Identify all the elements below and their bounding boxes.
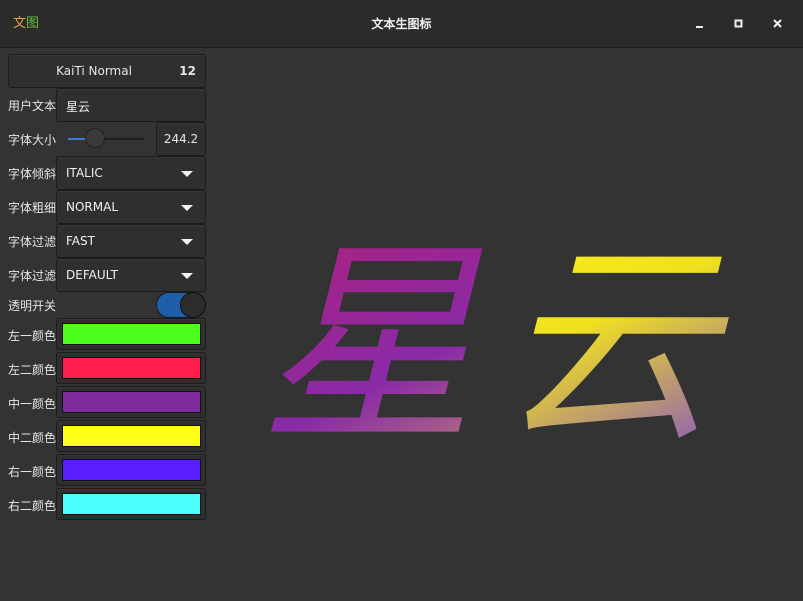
- font-posture-label: 字体倾斜: [8, 167, 57, 181]
- transparent-toggle[interactable]: [156, 292, 206, 318]
- window-title: 文本生图标: [371, 17, 432, 31]
- preview-char-1: 星: [260, 230, 500, 450]
- color-swatch: [62, 323, 201, 345]
- color-swatch: [62, 391, 201, 413]
- user-text-input[interactable]: 星云: [56, 88, 206, 122]
- color-picker-left-2[interactable]: [56, 352, 206, 384]
- title-bar[interactable]: 文图 文本生图标: [0, 0, 803, 48]
- color-picker-right-1[interactable]: [56, 454, 206, 486]
- color-picker-right-2[interactable]: [56, 488, 206, 520]
- icon-preview: 星云: [260, 230, 740, 450]
- font-size-badge: 12: [179, 64, 196, 78]
- color-label-mid-2: 中二颜色: [8, 431, 57, 445]
- minimize-icon: [696, 26, 703, 28]
- font-filter-label-1: 字体过滤: [8, 235, 57, 249]
- maximize-icon: [734, 19, 743, 28]
- color-label-left-1: 左一颜色: [8, 329, 57, 343]
- font-posture-value: ITALIC: [66, 166, 103, 180]
- color-picker-mid-2[interactable]: [56, 420, 206, 452]
- font-select-button[interactable]: KaiTi Normal 12: [8, 54, 206, 88]
- font-filter-dropdown-2[interactable]: DEFAULT: [56, 258, 206, 292]
- font-weight-dropdown[interactable]: NORMAL: [56, 190, 206, 224]
- chevron-down-icon: [181, 171, 193, 177]
- font-size-label: 字体大小: [8, 133, 57, 147]
- close-icon: [773, 19, 782, 28]
- preview-text: 星云: [260, 230, 740, 450]
- font-filter-dropdown-1[interactable]: FAST: [56, 224, 206, 258]
- color-swatch: [62, 357, 201, 379]
- toggle-knob: [180, 292, 206, 318]
- color-label-left-2: 左二颜色: [8, 363, 57, 377]
- chevron-down-icon: [181, 205, 193, 211]
- font-size-value: 244.2: [163, 132, 199, 146]
- color-label-right-2: 右二颜色: [8, 499, 57, 513]
- transparent-label: 透明开关: [8, 299, 57, 313]
- user-text-label: 用户文本: [8, 99, 57, 113]
- font-filter-value-2: DEFAULT: [66, 268, 118, 282]
- maximize-button[interactable]: [727, 12, 751, 36]
- color-label-right-1: 右一颜色: [8, 465, 57, 479]
- font-size-slider-handle[interactable]: [85, 128, 105, 148]
- color-picker-mid-1[interactable]: [56, 386, 206, 418]
- app-window: 文图 文本生图标 KaiTi Normal 12 用户文本 星云 字体大小 24…: [0, 0, 803, 601]
- chevron-down-icon: [181, 239, 193, 245]
- color-swatch: [62, 493, 201, 515]
- chevron-down-icon: [181, 273, 193, 279]
- close-button[interactable]: [766, 12, 790, 36]
- font-size-value-field[interactable]: 244.2: [156, 122, 206, 156]
- user-text-value: 星云: [66, 100, 91, 114]
- font-weight-label: 字体粗细: [8, 201, 57, 215]
- font-posture-dropdown[interactable]: ITALIC: [56, 156, 206, 190]
- font-filter-value-1: FAST: [66, 234, 95, 248]
- color-swatch: [62, 459, 201, 481]
- font-filter-label-2: 字体过滤: [8, 269, 57, 283]
- color-picker-left-1[interactable]: [56, 318, 206, 350]
- preview-char-2: 云: [500, 230, 740, 450]
- font-weight-value: NORMAL: [66, 200, 119, 214]
- minimize-button[interactable]: [688, 12, 712, 36]
- font-name: KaiTi Normal: [56, 64, 132, 78]
- color-label-mid-1: 中一颜色: [8, 397, 57, 411]
- color-swatch: [62, 425, 201, 447]
